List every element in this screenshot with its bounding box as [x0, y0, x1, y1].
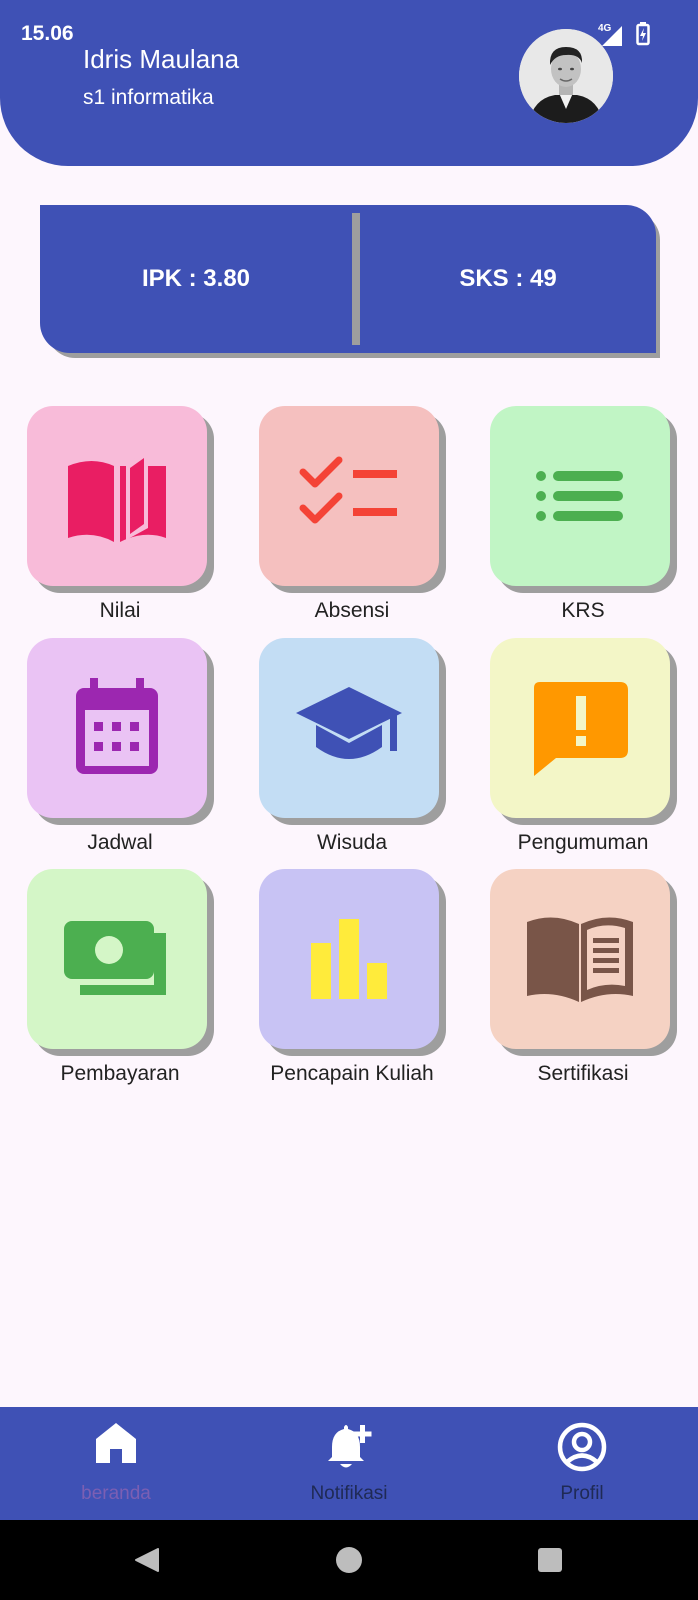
menu-item-sertifikasi[interactable]: Sertifikasi — [490, 869, 677, 1091]
menu-label: KRS — [561, 599, 605, 622]
nav-label-beranda: beranda — [81, 1483, 151, 1504]
menu-label: Pembayaran — [60, 1062, 180, 1085]
tile-sertifikasi[interactable] — [490, 869, 670, 1049]
nav-label-notifikasi: Notifikasi — [310, 1483, 388, 1504]
notification-add-icon — [328, 1425, 372, 1468]
menu-item-pengumuman[interactable]: Pengumuman — [490, 638, 677, 860]
signal-icon — [602, 26, 622, 46]
menu-label: Pengumuman — [517, 831, 649, 854]
open-book-icon — [68, 450, 166, 542]
home-button-icon[interactable] — [336, 1547, 362, 1573]
user-program: s1 informatika — [83, 86, 214, 109]
home-icon — [96, 1423, 136, 1463]
status-icons: 4G — [598, 20, 658, 50]
profile-photo — [519, 29, 613, 123]
menu-item-wisuda[interactable]: Wisuda — [259, 638, 446, 860]
menu-item-pencapain-kuliah[interactable]: Pencapain Kuliah — [259, 869, 446, 1091]
system-nav-bar — [0, 1520, 698, 1600]
account-circle-icon — [557, 1422, 607, 1472]
menu-item-jadwal[interactable]: Jadwal — [27, 638, 214, 860]
bottom-nav: beranda Notifikasi Profil — [0, 1407, 698, 1520]
graduation-cap-icon — [296, 687, 402, 759]
money-icon — [64, 921, 166, 995]
user-name: Idris Maulana — [83, 44, 240, 74]
tile-krs[interactable] — [490, 406, 670, 586]
profile-header: 15.06 4G Idris Maulana s1 informatika — [0, 0, 698, 166]
battery-charging-icon — [636, 22, 650, 46]
book-text-icon — [527, 917, 633, 1002]
calendar-icon — [76, 678, 158, 774]
tile-pencapain-kuliah[interactable] — [259, 869, 439, 1049]
menu-item-krs[interactable]: KRS — [490, 406, 677, 628]
menu-label: Jadwal — [87, 831, 153, 854]
avatar[interactable] — [519, 29, 613, 123]
menu-label: Nilai — [99, 599, 141, 622]
tile-pembayaran[interactable] — [27, 869, 207, 1049]
tile-absensi[interactable] — [259, 406, 439, 586]
ipk-value: IPK : 3.80 — [141, 265, 251, 292]
menu-label: Absensi — [314, 599, 390, 622]
nav-item-beranda[interactable]: beranda — [0, 1407, 232, 1520]
sks-value: SKS : 49 — [459, 265, 557, 292]
nav-item-notifikasi[interactable]: Notifikasi — [233, 1407, 465, 1520]
menu-item-nilai[interactable]: Nilai — [27, 406, 214, 628]
menu-item-absensi[interactable]: Absensi — [259, 406, 446, 628]
announcement-icon — [534, 682, 628, 776]
bar-chart-icon — [311, 919, 387, 999]
menu-label: Wisuda — [316, 831, 388, 854]
nav-label-profil: Profil — [560, 1483, 604, 1504]
checklist-icon — [299, 456, 397, 524]
recents-icon[interactable] — [537, 1547, 563, 1573]
list-icon — [536, 471, 623, 521]
stats-divider — [352, 213, 360, 345]
nav-item-profil[interactable]: Profil — [466, 1407, 698, 1520]
tile-jadwal[interactable] — [27, 638, 207, 818]
menu-item-pembayaran[interactable]: Pembayaran — [27, 869, 214, 1091]
tile-pengumuman[interactable] — [490, 638, 670, 818]
back-icon[interactable] — [134, 1547, 160, 1573]
stats-card: IPK : 3.80 SKS : 49 — [40, 205, 656, 353]
status-time: 15.06 — [21, 22, 74, 45]
menu-label: Sertifikasi — [537, 1062, 629, 1085]
tile-wisuda[interactable] — [259, 638, 439, 818]
tile-nilai[interactable] — [27, 406, 207, 586]
menu-label: Pencapain Kuliah — [270, 1062, 434, 1085]
